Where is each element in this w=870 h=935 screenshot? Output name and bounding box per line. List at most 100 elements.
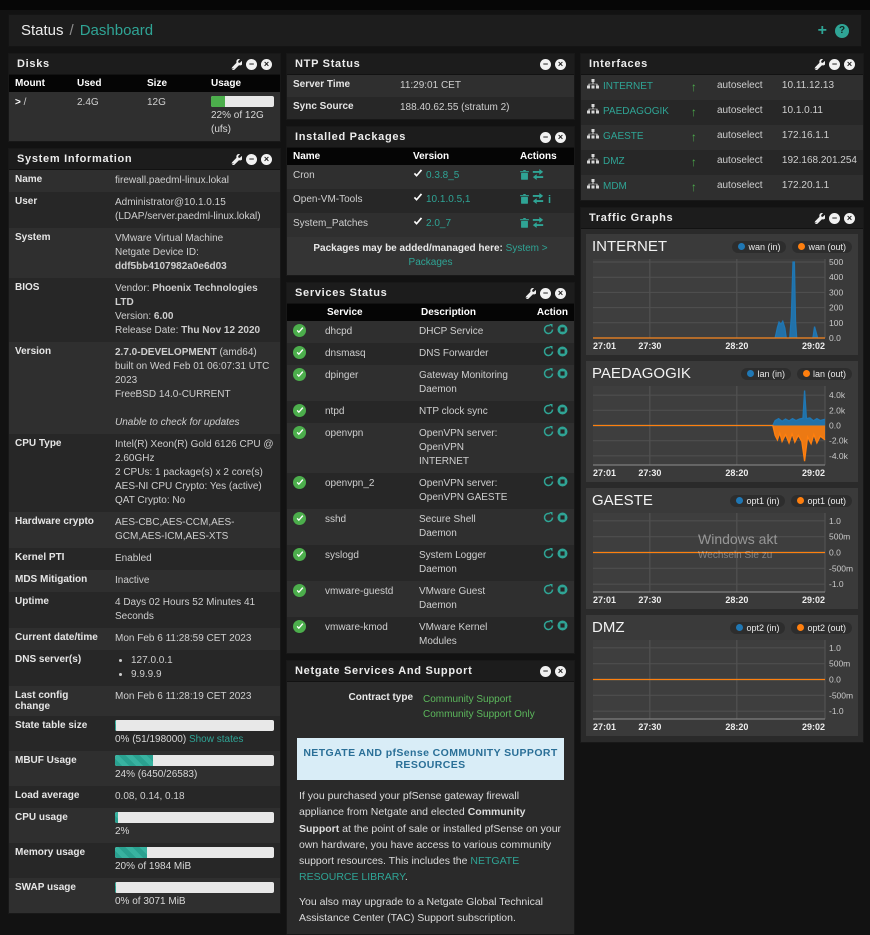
stop-service-icon[interactable] bbox=[557, 584, 568, 600]
close-icon[interactable]: × bbox=[844, 58, 855, 70]
restart-service-icon[interactable] bbox=[543, 346, 554, 362]
stop-service-icon[interactable] bbox=[557, 404, 568, 420]
restart-service-icon[interactable] bbox=[543, 404, 554, 420]
stop-service-icon[interactable] bbox=[557, 512, 568, 528]
interface-name-link[interactable]: INTERNET bbox=[603, 81, 653, 92]
value-line: AES-CBC,AES-CCM,AES-GCM,AES-ICM,AES-XTS bbox=[115, 517, 235, 542]
breadcrumb-section[interactable]: Status bbox=[21, 22, 64, 39]
stop-service-icon[interactable] bbox=[557, 324, 568, 340]
value-line: Enabled bbox=[115, 553, 152, 564]
table-row: System_Patches 2.0_7 bbox=[287, 213, 574, 237]
settings-wrench-icon[interactable] bbox=[231, 153, 242, 165]
stop-service-icon[interactable] bbox=[557, 346, 568, 362]
packages-footer: Packages may be added/managed here: Syst… bbox=[287, 237, 574, 275]
legend-item: wan (out) bbox=[792, 240, 852, 253]
close-icon[interactable]: × bbox=[261, 58, 272, 70]
settings-wrench-icon[interactable] bbox=[814, 212, 825, 224]
packages-footer-text: Packages may be added/managed here: Syst… bbox=[287, 237, 574, 275]
actions-group bbox=[522, 512, 568, 528]
chart-header: PAEDAGOGIK lan (in) lan (out) bbox=[590, 363, 854, 382]
progress-fill bbox=[115, 755, 154, 766]
minimize-icon[interactable]: − bbox=[540, 665, 551, 677]
service-action-cell bbox=[520, 401, 574, 423]
minimize-icon[interactable]: − bbox=[540, 58, 551, 70]
interface-row: GAESTE ↑ autoselect 172.16.1.1 bbox=[581, 125, 863, 150]
settings-wrench-icon[interactable] bbox=[231, 58, 242, 70]
link[interactable]: Show states bbox=[189, 734, 243, 745]
minimize-icon[interactable]: − bbox=[246, 58, 257, 70]
reinstall-icon[interactable] bbox=[532, 217, 544, 233]
support-paragraph-2: You also may upgrade to a Netgate Global… bbox=[299, 895, 543, 924]
stop-service-icon[interactable] bbox=[557, 548, 568, 564]
minimize-icon[interactable]: − bbox=[540, 131, 551, 143]
close-icon[interactable]: × bbox=[555, 665, 566, 677]
settings-wrench-icon[interactable] bbox=[814, 58, 825, 70]
status-running-icon bbox=[293, 404, 306, 417]
close-icon[interactable]: × bbox=[261, 153, 272, 165]
close-icon[interactable]: × bbox=[555, 58, 566, 70]
close-icon[interactable]: × bbox=[844, 212, 855, 224]
help-icon[interactable]: ? bbox=[835, 23, 849, 38]
breadcrumb-page[interactable]: Dashboard bbox=[80, 22, 153, 39]
reinstall-icon[interactable] bbox=[532, 169, 544, 185]
restart-service-icon[interactable] bbox=[543, 324, 554, 340]
row-label: CPU Type bbox=[15, 438, 62, 449]
interface-name-link[interactable]: DMZ bbox=[603, 156, 625, 167]
minimize-icon[interactable]: − bbox=[829, 212, 840, 224]
table-row: CPU Type Intel(R) Xeon(R) Gold 6126 CPU @… bbox=[9, 434, 280, 512]
table-header-row: Mount Used Size Usage bbox=[9, 75, 280, 92]
table-row: Load average 0.08, 0.14, 0.18 bbox=[9, 786, 280, 808]
column-header: Used bbox=[71, 75, 141, 92]
reinstall-icon[interactable] bbox=[532, 193, 544, 209]
chart-title: INTERNET bbox=[592, 238, 667, 255]
svg-text:0.0: 0.0 bbox=[829, 548, 841, 558]
network-sitemap-icon bbox=[587, 154, 599, 167]
minimize-icon[interactable]: − bbox=[246, 153, 257, 165]
actions-group bbox=[520, 169, 568, 185]
column-header: Mount bbox=[9, 75, 71, 92]
minimize-icon[interactable]: − bbox=[829, 58, 840, 70]
community-support-banner: NETGATE AND pfSense COMMUNITY SUPPORT RE… bbox=[297, 738, 564, 780]
legend-item: wan (in) bbox=[732, 240, 787, 253]
stop-service-icon[interactable] bbox=[557, 368, 568, 384]
restart-service-icon[interactable] bbox=[543, 512, 554, 528]
svg-text:400: 400 bbox=[829, 272, 843, 282]
package-version[interactable]: 10.1.0.5,1 bbox=[426, 194, 470, 205]
service-status-cell bbox=[287, 365, 321, 401]
restart-service-icon[interactable] bbox=[543, 476, 554, 492]
package-version[interactable]: 2.0_7 bbox=[426, 218, 451, 229]
restart-service-icon[interactable] bbox=[543, 620, 554, 636]
service-description: System Logger Daemon bbox=[419, 550, 487, 575]
settings-wrench-icon[interactable] bbox=[525, 287, 536, 299]
uninstall-trash-icon[interactable] bbox=[520, 193, 529, 209]
value-line: Netgate Device ID: ddf5bb4107982a0e6d03 bbox=[115, 247, 227, 272]
interface-name-link[interactable]: MDM bbox=[603, 181, 627, 192]
svg-text:0.0: 0.0 bbox=[829, 333, 841, 343]
package-info-icon[interactable]: i bbox=[547, 193, 552, 208]
interface-name-link[interactable]: PAEDAGOGIK bbox=[603, 106, 669, 117]
uninstall-trash-icon[interactable] bbox=[520, 217, 529, 233]
restart-service-icon[interactable] bbox=[543, 584, 554, 600]
minimize-icon[interactable]: − bbox=[540, 287, 551, 299]
svg-text:29:02: 29:02 bbox=[802, 722, 825, 732]
uninstall-trash-icon[interactable] bbox=[520, 169, 529, 185]
stop-service-icon[interactable] bbox=[557, 620, 568, 636]
interface-name-cell: MDM bbox=[581, 175, 685, 200]
package-version[interactable]: 0.3.8_5 bbox=[426, 170, 459, 181]
chart-header: GAESTE opt1 (in) opt1 (out) bbox=[590, 490, 854, 509]
stop-service-icon[interactable] bbox=[557, 426, 568, 442]
row-value: 0% of 3071 MiB bbox=[109, 878, 280, 913]
interface-name-link[interactable]: GAESTE bbox=[603, 131, 644, 142]
expand-icon[interactable]: > bbox=[15, 97, 24, 108]
restart-service-icon[interactable] bbox=[543, 368, 554, 384]
row-label: Hardware crypto bbox=[15, 516, 94, 527]
stop-service-icon[interactable] bbox=[557, 476, 568, 492]
restart-service-icon[interactable] bbox=[543, 548, 554, 564]
close-icon[interactable]: × bbox=[555, 287, 566, 299]
contract-type-row: Contract type Community Support Community… bbox=[287, 682, 574, 730]
add-widget-icon[interactable]: + bbox=[818, 22, 827, 38]
close-icon[interactable]: × bbox=[555, 131, 566, 143]
restart-service-icon[interactable] bbox=[543, 426, 554, 442]
column-header: Service bbox=[321, 304, 415, 321]
value-line: Intel(R) Xeon(R) Gold 6126 CPU @ 2.60GHz bbox=[115, 439, 274, 464]
